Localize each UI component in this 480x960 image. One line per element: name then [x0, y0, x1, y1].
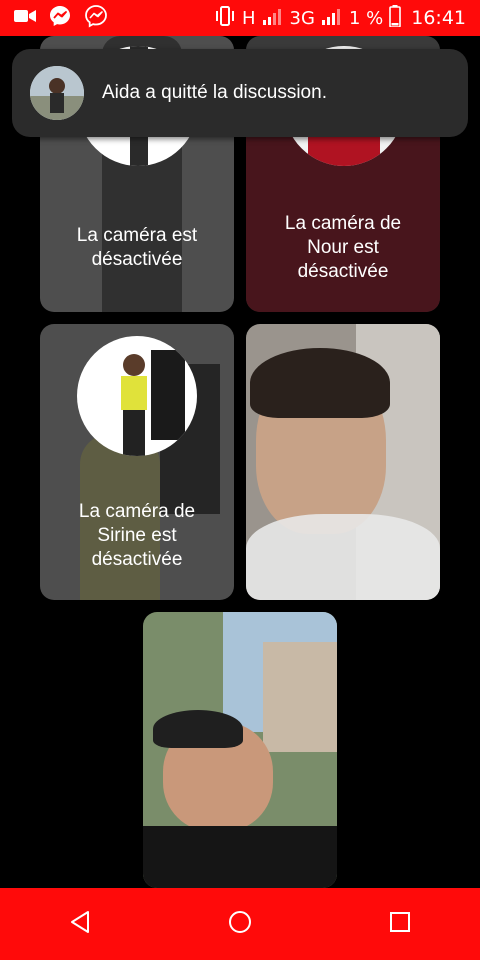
battery-icon — [389, 4, 402, 32]
battery-percent: 1 % — [348, 7, 384, 29]
back-button[interactable] — [50, 894, 110, 954]
camera-off-label: La caméra est désactivée — [76, 225, 198, 270]
camera-off-label: La caméra de Sirine est désactivée — [78, 501, 196, 570]
avatar — [77, 336, 197, 456]
participant-video-tile[interactable] — [143, 612, 337, 888]
signal-icon — [262, 7, 284, 30]
system-navigation-bar — [0, 888, 480, 960]
avatar — [30, 66, 84, 120]
participant-left-toast: Aida a quitté la discussion. — [12, 49, 468, 137]
home-icon — [227, 909, 253, 940]
video-smoke — [246, 514, 440, 600]
signal-icon — [321, 7, 343, 30]
video-roof — [263, 642, 337, 752]
recents-button[interactable] — [370, 894, 430, 954]
video-camera-icon — [14, 8, 36, 29]
video-call-grid: La caméra est désactivée La caméra de No… — [0, 36, 480, 888]
back-icon — [69, 910, 91, 939]
network-type-h: H — [242, 7, 256, 29]
vibrate-icon — [214, 5, 236, 32]
participant-tile[interactable]: La caméra de Sirine est désactivée — [40, 324, 234, 600]
home-button[interactable] — [210, 894, 270, 954]
status-bar: H 3G 1 % 16:41 — [0, 0, 480, 36]
participant-video-tile[interactable] — [246, 324, 440, 600]
messenger-icon — [84, 4, 108, 33]
clock: 16:41 — [411, 7, 466, 29]
toast-message: Aida a quitté la discussion. — [102, 82, 327, 103]
messenger-icon — [48, 4, 72, 33]
video-hair — [250, 348, 390, 418]
recents-icon — [389, 911, 411, 938]
video-shirt — [143, 826, 337, 888]
camera-off-label: La caméra de Nour est désactivée — [284, 213, 402, 282]
video-cap — [153, 710, 243, 748]
network-type-3g: 3G — [289, 7, 315, 29]
